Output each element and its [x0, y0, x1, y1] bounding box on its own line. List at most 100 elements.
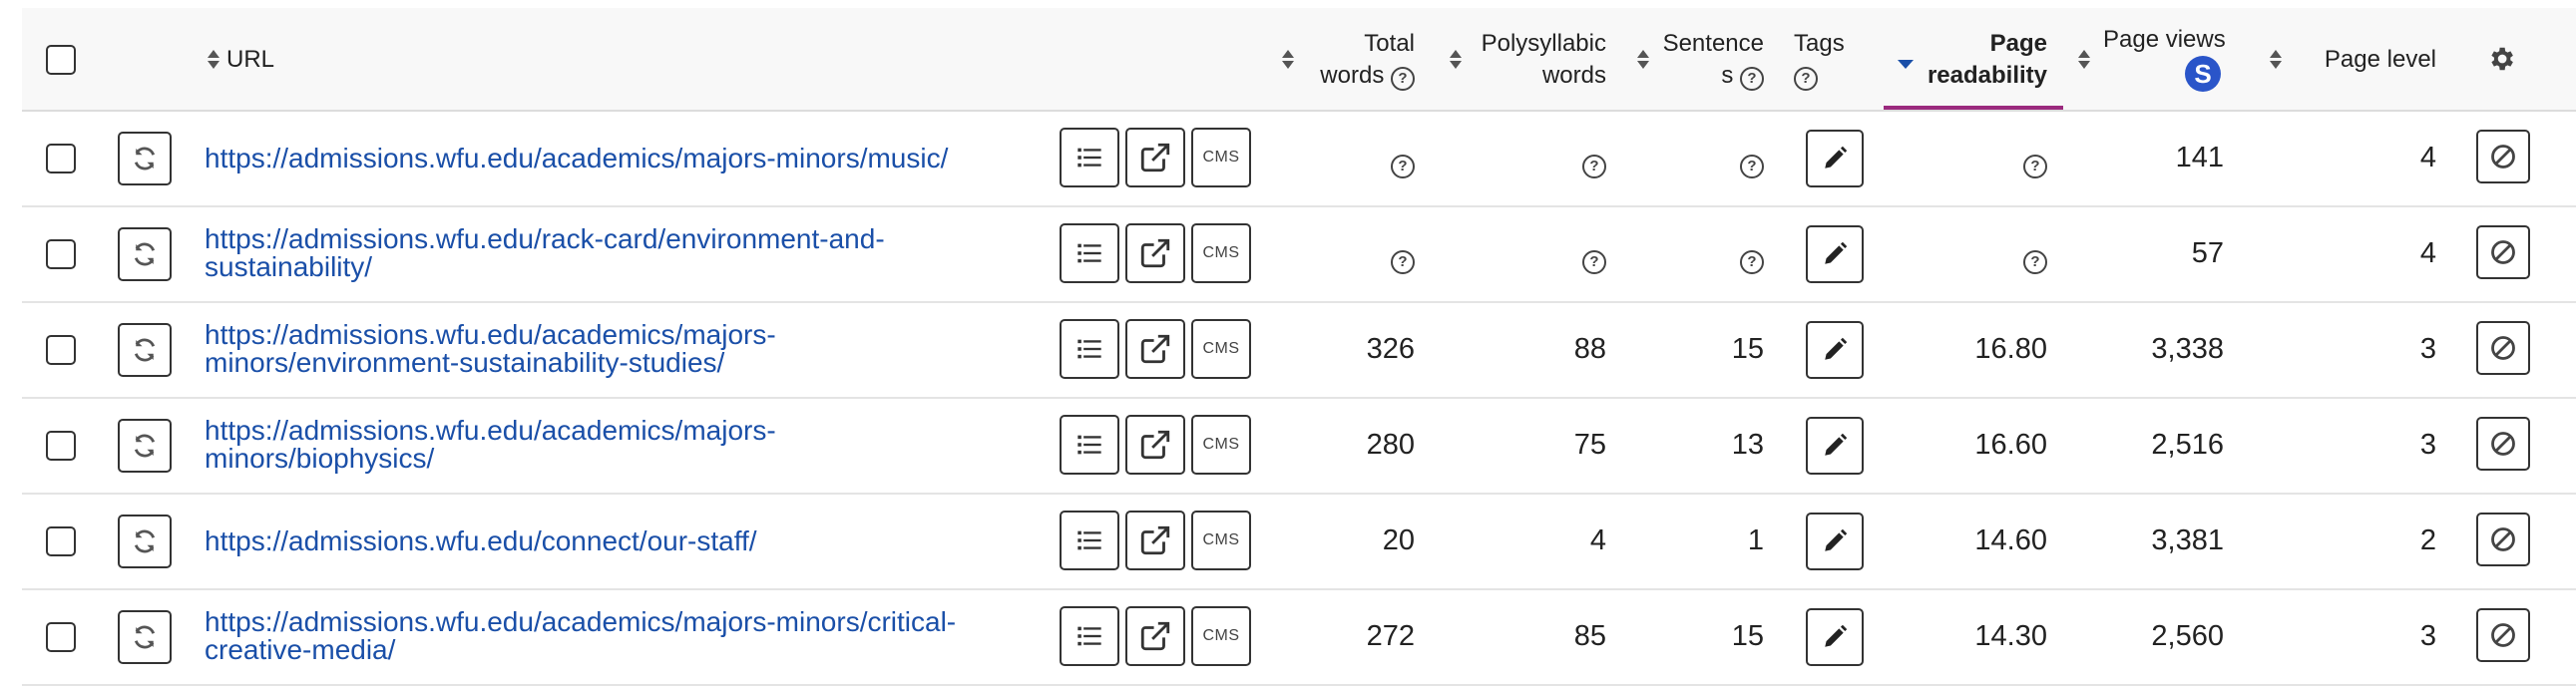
row-checkbox[interactable] — [46, 431, 76, 461]
exclude-icon — [2491, 623, 2515, 647]
help-icon[interactable]: ? — [1391, 67, 1415, 91]
cms-button[interactable]: CMS — [1191, 128, 1251, 187]
exclude-icon — [2491, 336, 2515, 360]
refresh-button[interactable] — [118, 323, 172, 377]
column-header-page-level[interactable]: Page level — [2325, 44, 2436, 76]
refresh-button[interactable] — [118, 419, 172, 473]
open-page-button[interactable] — [1125, 606, 1185, 666]
exclude-page-button[interactable] — [2476, 225, 2530, 279]
help-icon[interactable]: ? — [1391, 155, 1415, 178]
sort-polysyllabic-icon[interactable] — [1449, 48, 1463, 72]
edit-tags-button[interactable] — [1806, 513, 1864, 570]
help-icon[interactable]: ? — [1794, 67, 1818, 91]
column-header-total-words[interactable]: Total words ? — [1320, 28, 1415, 92]
help-icon[interactable]: ? — [2023, 250, 2047, 274]
url-line1: https://admissions.wfu.edu/academics/maj… — [205, 143, 949, 173]
url-line2: minors/biophysics/ — [205, 443, 435, 474]
edit-tags-button[interactable] — [1806, 417, 1864, 475]
page-url-link[interactable]: https://admissions.wfu.edu/academics/maj… — [205, 608, 1082, 664]
open-page-button[interactable] — [1125, 415, 1185, 475]
refresh-button[interactable] — [118, 227, 172, 281]
help-icon[interactable]: ? — [1740, 250, 1764, 274]
page-url-link[interactable]: https://admissions.wfu.edu/academics/maj… — [205, 321, 1082, 377]
page-level-cell: 4 — [2419, 142, 2436, 173]
exclude-page-button[interactable] — [2476, 608, 2530, 662]
edit-tags-button[interactable] — [1806, 130, 1864, 187]
edit-tags-button[interactable] — [1806, 321, 1864, 379]
cms-button[interactable]: CMS — [1191, 319, 1251, 379]
page-url-link[interactable]: https://admissions.wfu.edu/academics/maj… — [205, 145, 1082, 172]
column-header-page-views[interactable]: Page views — [2103, 24, 2226, 56]
page-url-link[interactable]: https://admissions.wfu.edu/rack-card/env… — [205, 225, 1082, 281]
sort-url-icon[interactable] — [207, 48, 220, 72]
exclude-page-button[interactable] — [2476, 513, 2530, 566]
cms-button[interactable]: CMS — [1191, 511, 1251, 570]
url-line1: https://admissions.wfu.edu/rack-card/env… — [205, 223, 885, 254]
edit-tags-button[interactable] — [1806, 608, 1864, 666]
sort-sentences-icon[interactable] — [1636, 48, 1650, 72]
help-icon[interactable]: ? — [1391, 250, 1415, 274]
details-button[interactable] — [1060, 128, 1119, 187]
help-icon[interactable]: ? — [1582, 250, 1606, 274]
column-header-polysyllabic-words[interactable]: Polysyllabic words — [1482, 28, 1606, 92]
help-icon[interactable]: ? — [1740, 155, 1764, 178]
page-readability-cell: ? — [2023, 241, 2047, 274]
open-page-button[interactable] — [1125, 128, 1185, 187]
total-words-label-line1: Total — [1364, 30, 1415, 57]
open-page-button[interactable] — [1125, 511, 1185, 570]
refresh-button[interactable] — [118, 132, 172, 185]
help-icon[interactable]: ? — [1582, 155, 1606, 178]
list-icon — [1077, 435, 1101, 455]
select-all-checkbox[interactable] — [46, 45, 76, 75]
refresh-button[interactable] — [118, 515, 172, 568]
sort-page-views-icon[interactable] — [2077, 48, 2091, 72]
row-checkbox[interactable] — [46, 239, 76, 269]
edit-tags-button[interactable] — [1806, 225, 1864, 283]
exclude-icon — [2491, 432, 2515, 456]
page-url-link[interactable]: https://admissions.wfu.edu/connect/our-s… — [205, 527, 1082, 555]
details-button[interactable] — [1060, 606, 1119, 666]
details-button[interactable] — [1060, 223, 1119, 283]
row-checkbox[interactable] — [46, 526, 76, 556]
refresh-button[interactable] — [118, 610, 172, 664]
page-views-cell: 3,381 — [2151, 524, 2224, 556]
help-icon[interactable]: ? — [2023, 155, 2047, 178]
exclude-page-button[interactable] — [2476, 321, 2530, 375]
column-header-url[interactable]: URL — [226, 44, 274, 76]
details-button[interactable] — [1060, 511, 1119, 570]
list-icon — [1077, 339, 1101, 359]
help-icon[interactable]: ? — [1740, 67, 1764, 91]
cms-button[interactable]: CMS — [1191, 223, 1251, 283]
sentences-cell: ? — [1740, 146, 1764, 178]
open-page-button[interactable] — [1125, 319, 1185, 379]
total-words-label-line2: words ? — [1320, 60, 1415, 92]
row-checkbox[interactable] — [46, 335, 76, 365]
page-url-link[interactable]: https://admissions.wfu.edu/academics/maj… — [205, 417, 1082, 473]
row-checkbox[interactable] — [46, 622, 76, 652]
pencil-icon — [1825, 241, 1848, 264]
list-icon — [1077, 530, 1101, 550]
sentences-cell: ? — [1740, 241, 1764, 274]
details-button[interactable] — [1060, 319, 1119, 379]
exclude-page-button[interactable] — [2476, 417, 2530, 471]
cms-button[interactable]: CMS — [1191, 415, 1251, 475]
cms-button[interactable]: CMS — [1191, 606, 1251, 666]
row-checkbox[interactable] — [46, 144, 76, 173]
page-views-cell: 2,516 — [2151, 429, 2224, 461]
polysyllabic-label-line1: Polysyllabic — [1481, 30, 1606, 57]
column-header-page-readability[interactable]: Page readability — [1928, 28, 2047, 92]
settings-button[interactable] — [2486, 44, 2516, 79]
open-page-button[interactable] — [1125, 223, 1185, 283]
gear-icon — [2491, 47, 2513, 71]
list-icon — [1077, 243, 1101, 263]
sort-desc-icon[interactable] — [1898, 60, 1914, 69]
sort-total-words-icon[interactable] — [1281, 48, 1295, 72]
pencil-icon — [1825, 337, 1848, 360]
column-header-sentences[interactable]: Sentence s ? — [1663, 28, 1764, 92]
exclude-page-button[interactable] — [2476, 130, 2530, 183]
details-button[interactable] — [1060, 415, 1119, 475]
page-level-cell: 3 — [2419, 333, 2436, 365]
table-row: https://admissions.wfu.edu/academics/maj… — [22, 590, 2576, 686]
refresh-icon — [134, 242, 156, 266]
sort-page-level-icon[interactable] — [2269, 48, 2283, 72]
